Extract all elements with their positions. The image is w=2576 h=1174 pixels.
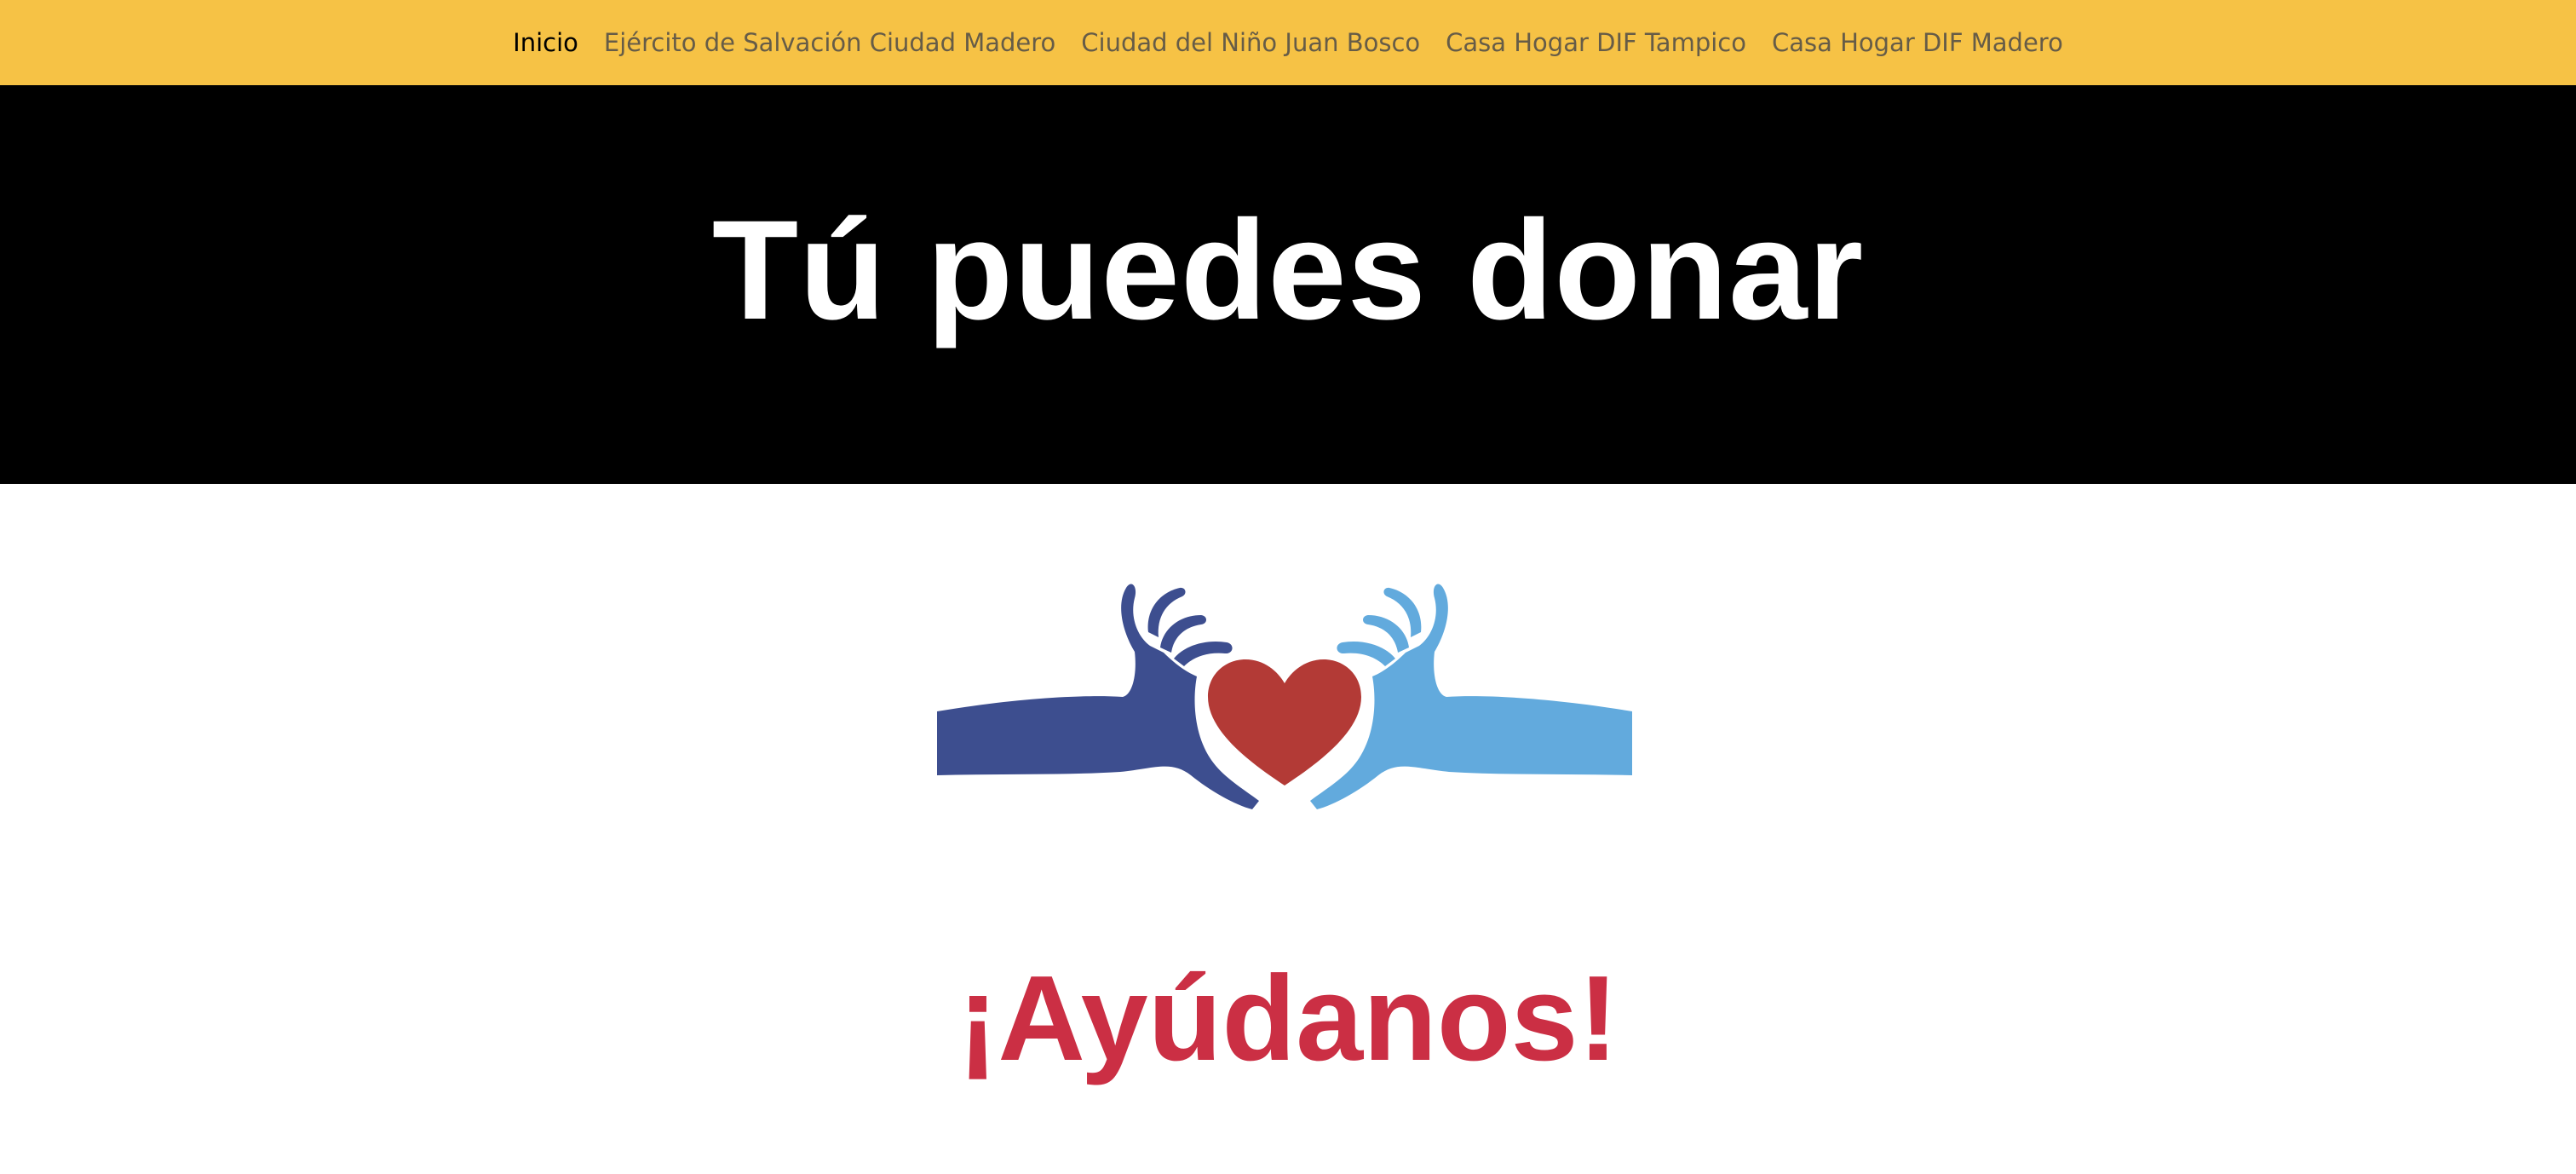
hero-title: Tú puedes donar <box>711 192 1865 349</box>
nav-list: Inicio Ejército de Salvación Ciudad Made… <box>0 0 2576 85</box>
nav-item-ciudad-del-nino[interactable]: Ciudad del Niño Juan Bosco <box>1068 28 1433 57</box>
nav-item-casa-hogar-dif-tampico[interactable]: Casa Hogar DIF Tampico <box>1433 28 1759 57</box>
nav-item-inicio[interactable]: Inicio <box>500 28 591 57</box>
cta-heading: ¡Ayúdanos! <box>957 951 1619 1086</box>
hero-banner: Tú puedes donar <box>0 85 2576 484</box>
hands-heart-icon <box>937 584 1632 809</box>
top-navbar: Inicio Ejército de Salvación Ciudad Made… <box>0 0 2576 85</box>
heart-icon <box>1208 659 1361 786</box>
nav-item-casa-hogar-dif-madero[interactable]: Casa Hogar DIF Madero <box>1759 28 2076 57</box>
nav-item-ejercito-de-salvacion[interactable]: Ejército de Salvación Ciudad Madero <box>591 28 1068 57</box>
